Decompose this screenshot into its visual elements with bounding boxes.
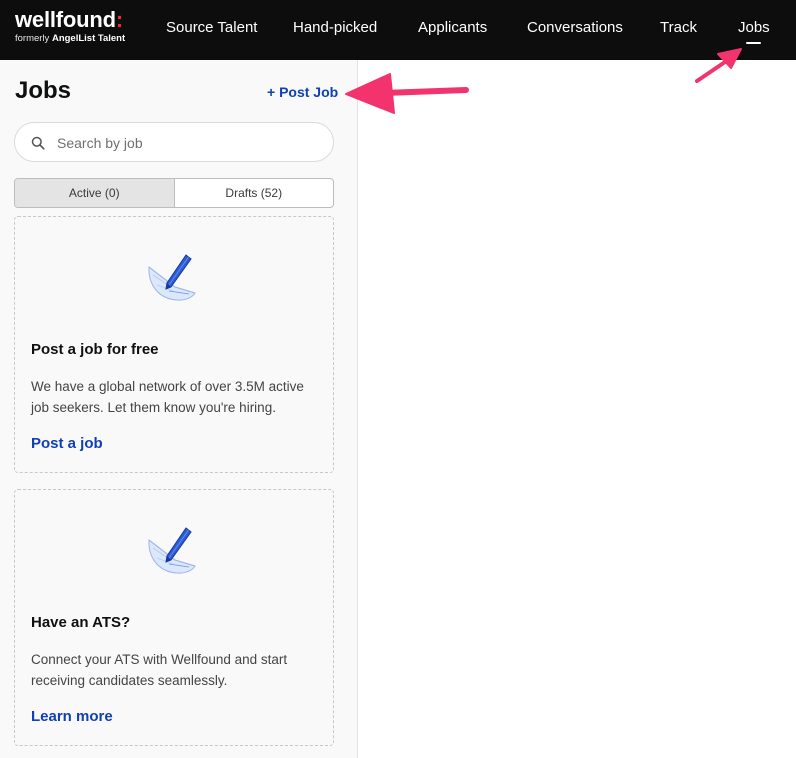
card-title: Post a job for free — [31, 341, 159, 358]
tab-drafts[interactable]: Drafts (52) — [175, 179, 334, 207]
nav-source-talent[interactable]: Source Talent — [166, 19, 257, 37]
pen-paper-icon — [148, 254, 196, 301]
logo-subtitle: formerly AngelList Talent — [15, 33, 126, 44]
post-a-job-link[interactable]: Post a job — [31, 435, 103, 453]
main-content-area — [359, 60, 796, 758]
post-job-button[interactable]: + Post Job — [267, 84, 338, 100]
wellfound-logo[interactable]: wellfound: formerly AngelList Talent — [15, 8, 125, 45]
nav-track[interactable]: Track — [660, 19, 697, 37]
ats-card: Have an ATS? Connect your ATS with Wellf… — [14, 489, 334, 746]
tab-active[interactable]: Active (0) — [15, 179, 175, 207]
post-job-card: Post a job for free We have a global net… — [14, 216, 334, 473]
card-title: Have an ATS? — [31, 614, 131, 631]
pen-paper-icon — [148, 527, 196, 574]
page-title: Jobs — [15, 77, 72, 104]
search-box[interactable] — [14, 122, 334, 162]
nav-hand-picked[interactable]: Hand-picked — [293, 19, 377, 37]
learn-more-link[interactable]: Learn more — [31, 708, 113, 726]
nav-active-indicator — [746, 42, 761, 44]
nav-conversations[interactable]: Conversations — [527, 19, 623, 37]
search-icon — [31, 136, 45, 150]
jobs-sidebar: Jobs + Post Job Active (0) Drafts (52) P… — [0, 60, 358, 758]
card-description: We have a global network of over 3.5M ac… — [31, 379, 304, 415]
job-status-tabs: Active (0) Drafts (52) — [14, 178, 334, 208]
search-input[interactable] — [55, 132, 319, 154]
nav-jobs[interactable]: Jobs — [738, 19, 770, 37]
top-nav-bar: wellfound: formerly AngelList Talent Sou… — [0, 0, 796, 60]
card-description: Connect your ATS with Wellfound and star… — [31, 652, 288, 688]
nav-applicants[interactable]: Applicants — [418, 19, 487, 37]
logo-wordmark: wellfound: — [15, 7, 123, 32]
